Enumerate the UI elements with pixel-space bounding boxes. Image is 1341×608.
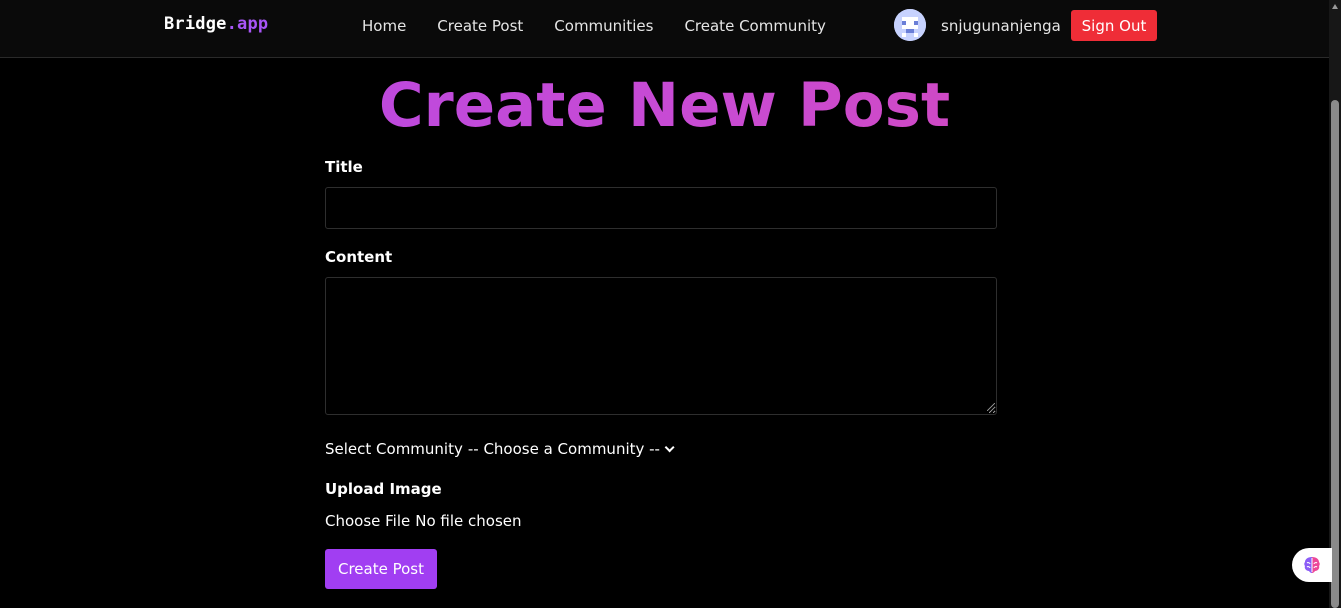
file-input: Choose File No file chosen (325, 512, 522, 530)
community-select-value: -- Choose a Community -- (467, 440, 660, 458)
nav-create-community[interactable]: Create Community (684, 17, 825, 35)
username[interactable]: snjugunanjenga (941, 17, 1061, 35)
brand-name: Bridge (164, 14, 227, 34)
create-post-button[interactable]: Create Post (325, 549, 437, 589)
sign-out-button[interactable]: Sign Out (1071, 10, 1157, 41)
upload-image-label: Upload Image (325, 480, 442, 498)
scroll-thumb[interactable] (1331, 100, 1339, 608)
pixel-avatar-icon (894, 9, 926, 41)
scroll-up-arrow-icon[interactable] (1332, 4, 1338, 9)
title-input[interactable] (325, 187, 997, 229)
page-scrollbar[interactable] (1329, 0, 1341, 608)
chevron-down-icon (664, 441, 675, 452)
user-avatar[interactable] (894, 9, 926, 41)
choose-file-button[interactable]: Choose File (325, 512, 410, 530)
community-select-row: Select Community -- Choose a Community -… (325, 440, 675, 458)
top-navbar: Bridge.app Home Create Post Communities … (0, 0, 1329, 58)
nav-communities[interactable]: Communities (554, 17, 653, 35)
content-label: Content (325, 248, 393, 266)
page-title: Create New Post (0, 68, 1329, 144)
community-label: Select Community (325, 440, 463, 458)
nav-home[interactable]: Home (362, 17, 406, 35)
title-label: Title (325, 158, 363, 176)
brain-icon (1304, 557, 1320, 573)
brand-logo[interactable]: Bridge.app (164, 14, 268, 34)
community-select[interactable]: -- Choose a Community -- (467, 440, 675, 458)
textarea-resize-handle[interactable] (987, 403, 995, 411)
file-status: No file chosen (415, 512, 522, 530)
nav-create-post[interactable]: Create Post (437, 17, 523, 35)
content-textarea[interactable] (325, 277, 997, 415)
extension-floating-button[interactable] (1292, 548, 1332, 582)
brand-tld: .app (226, 14, 269, 34)
nav-links: Home Create Post Communities Create Comm… (362, 17, 857, 35)
